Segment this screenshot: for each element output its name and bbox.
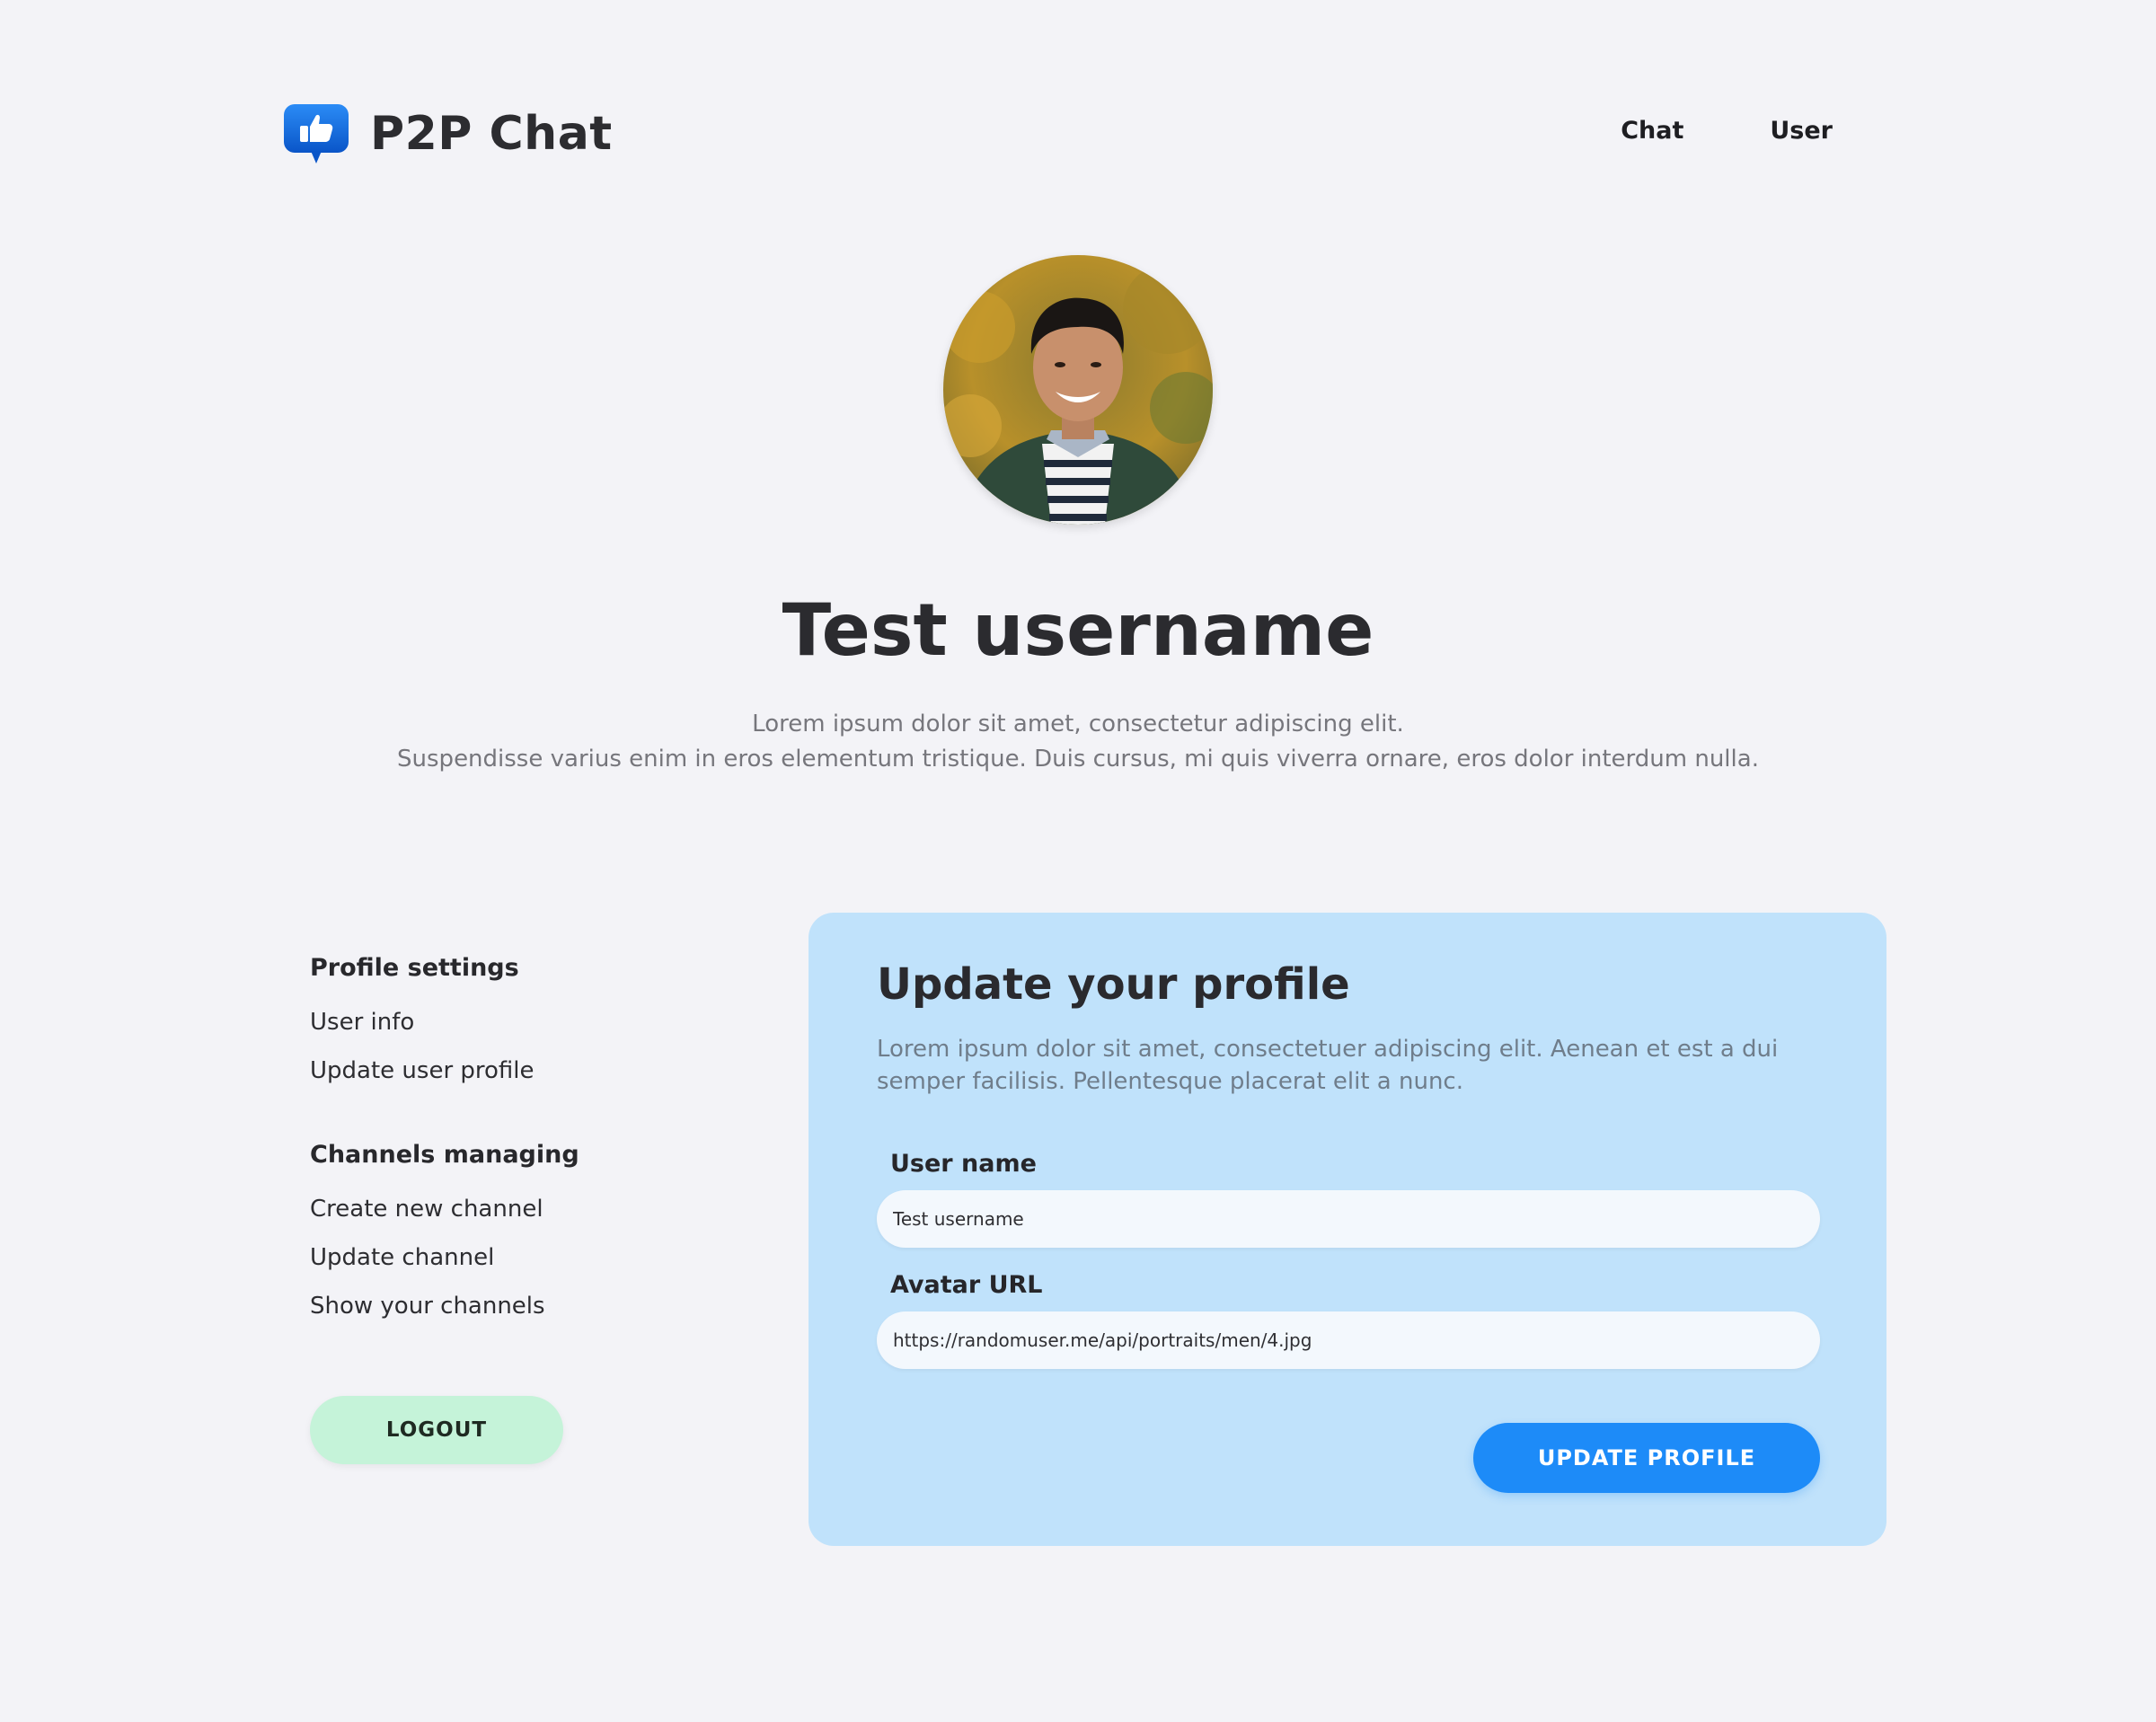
username-label: User name	[890, 1150, 1037, 1178]
avatar-url-input[interactable]	[877, 1311, 1820, 1369]
update-profile-description: Lorem ipsum dolor sit amet, consectetuer…	[877, 1036, 1779, 1095]
profile-username-heading: Test username	[782, 588, 1374, 672]
sidebar-item-user-info[interactable]: User info	[310, 1004, 759, 1053]
sidebar-item-show-your-channels[interactable]: Show your channels	[310, 1288, 759, 1337]
update-profile-card: Update your profile Lorem ipsum dolor si…	[808, 913, 1886, 1546]
app-title: P2P Chat	[370, 107, 613, 161]
nav-link-user[interactable]: User	[1770, 117, 1833, 145]
sidebar-item-update-channel[interactable]: Update channel	[310, 1240, 759, 1288]
profile-description-line-1: Lorem ipsum dolor sit amet, consectetur …	[752, 711, 1404, 737]
sidebar-heading-channels-managing: Channels managing	[310, 1141, 579, 1169]
thumbs-up-chat-bubble-icon	[282, 102, 350, 165]
username-input[interactable]	[877, 1190, 1820, 1248]
logout-button[interactable]: LOGOUT	[310, 1396, 563, 1464]
main-nav: Chat User	[1621, 117, 1833, 145]
profile-description: Lorem ipsum dolor sit amet, consectetur …	[0, 707, 2156, 777]
top-header: P2P Chat Chat User	[0, 0, 2156, 269]
sidebar-item-update-user-profile[interactable]: Update user profile	[310, 1053, 759, 1101]
profile-description-line-2: Suspendisse varius enim in eros elementu…	[397, 746, 1759, 773]
sidebar-heading-profile-settings: Profile settings	[310, 954, 519, 982]
sidebar-item-create-new-channel[interactable]: Create new channel	[310, 1191, 759, 1240]
update-profile-title: Update your profile	[877, 959, 1350, 1010]
app-logo[interactable]: P2P Chat	[282, 102, 613, 165]
user-avatar-photo	[943, 255, 1213, 525]
user-avatar	[943, 255, 1213, 525]
nav-link-chat[interactable]: Chat	[1621, 117, 1683, 145]
settings-sidebar: Profile settings User info Update user p…	[310, 950, 759, 1337]
update-profile-button[interactable]: UPDATE PROFILE	[1473, 1423, 1820, 1493]
avatar-url-label: Avatar URL	[890, 1271, 1043, 1299]
